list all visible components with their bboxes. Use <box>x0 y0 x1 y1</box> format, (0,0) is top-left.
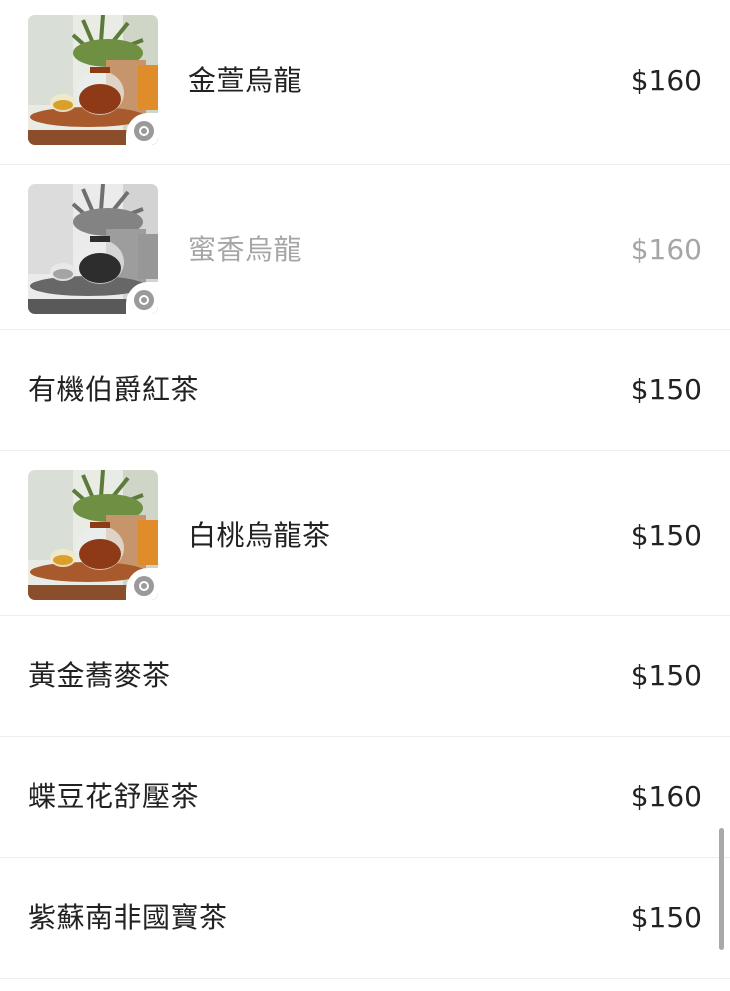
menu-list: 金萱烏龍 $160 蜜香烏龍 $160 有機伯爵紅茶 $150 白桃烏龍茶 $1… <box>0 0 730 979</box>
item-price: $160 <box>630 64 702 97</box>
scrollbar[interactable] <box>719 828 724 950</box>
teapot-photo-icon[interactable] <box>28 184 158 314</box>
menu-item[interactable]: 蝶豆花舒壓茶 $160 <box>0 737 730 858</box>
item-name: 有機伯爵紅茶 <box>28 373 200 406</box>
item-price: $150 <box>630 519 702 552</box>
menu-item[interactable]: 黃金蕎麥茶 $150 <box>0 616 730 737</box>
menu-item[interactable]: 蜜香烏龍 $160 <box>0 165 730 330</box>
teapot-photo-icon[interactable] <box>28 470 158 600</box>
item-price: $150 <box>630 373 702 406</box>
item-name: 蝶豆花舒壓茶 <box>28 780 200 813</box>
item-name: 蜜香烏龍 <box>188 233 303 266</box>
teapot-photo-icon[interactable] <box>28 15 158 145</box>
item-price: $150 <box>630 901 702 934</box>
item-name: 黃金蕎麥茶 <box>28 659 171 692</box>
item-price: $160 <box>630 780 702 813</box>
item-price: $150 <box>630 659 702 692</box>
menu-item[interactable]: 白桃烏龍茶 $150 <box>0 451 730 616</box>
menu-item[interactable]: 金萱烏龍 $160 <box>0 0 730 165</box>
item-name: 白桃烏龍茶 <box>188 519 331 552</box>
item-price: $160 <box>630 233 702 266</box>
menu-item[interactable]: 有機伯爵紅茶 $150 <box>0 330 730 451</box>
item-name: 紫蘇南非國寶茶 <box>28 901 228 934</box>
menu-item[interactable]: 紫蘇南非國寶茶 $150 <box>0 858 730 979</box>
item-name: 金萱烏龍 <box>188 64 303 97</box>
